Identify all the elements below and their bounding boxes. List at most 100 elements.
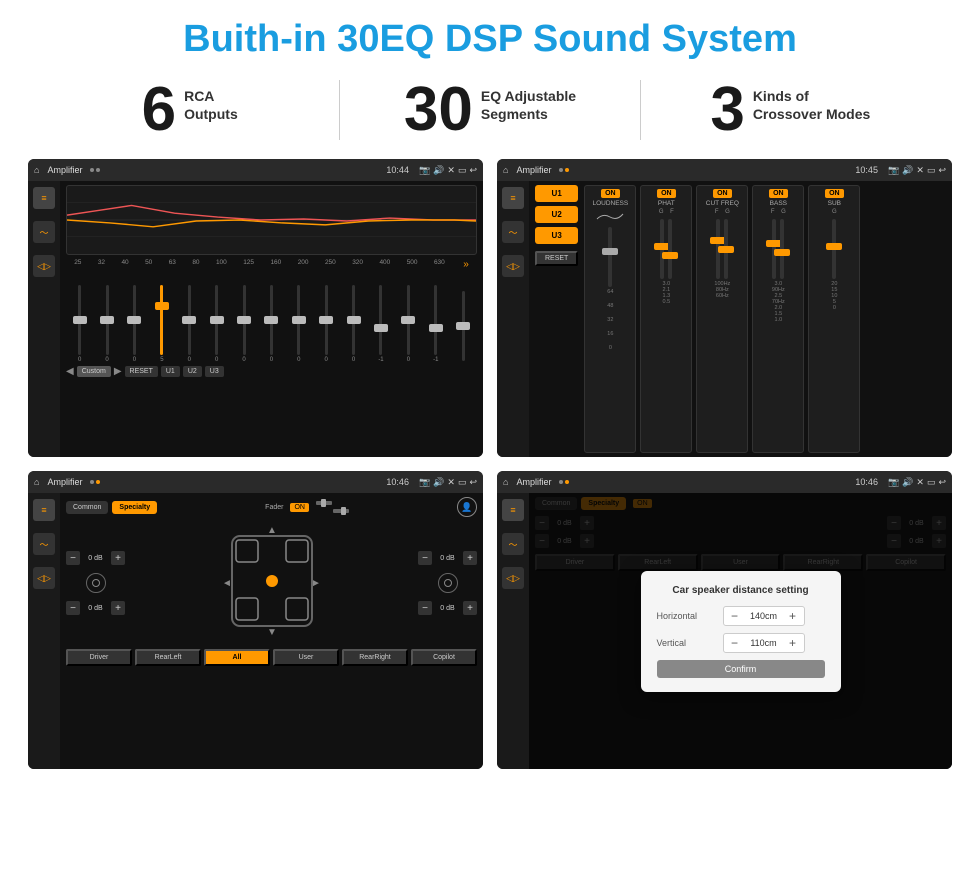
- db-minus-fr[interactable]: −: [418, 551, 432, 565]
- driver-btn[interactable]: Driver: [66, 649, 132, 666]
- user-icon[interactable]: 👤: [457, 497, 477, 517]
- back-icon-4[interactable]: ↩: [938, 477, 946, 488]
- phat-slider-g[interactable]: [660, 219, 664, 279]
- speaker-icon-3[interactable]: ◁▷: [33, 567, 55, 589]
- main-title: Buith-in 30EQ DSP Sound System: [0, 0, 980, 71]
- eq-slider-14: [454, 291, 472, 363]
- window-icon-3: ▭: [458, 477, 467, 488]
- db-minus-fl[interactable]: −: [66, 551, 80, 565]
- module-sub: ON SUB G 20151050: [808, 185, 860, 453]
- horizontal-label: Horizontal: [657, 611, 717, 621]
- title-4: Amplifier: [516, 477, 551, 487]
- volume-icon-1: 🔊: [433, 165, 444, 176]
- vertical-minus[interactable]: −: [728, 636, 742, 650]
- copilot-btn[interactable]: Copilot: [411, 649, 477, 666]
- speaker-main: − 0 dB + − 0 dB +: [66, 523, 477, 643]
- wave-icon-1[interactable]: 〜: [33, 221, 55, 243]
- prev-icon[interactable]: ◀: [66, 366, 74, 377]
- home-icon-4[interactable]: ⌂: [503, 477, 508, 487]
- eq-slider-7: 0: [262, 285, 280, 363]
- db-plus-rr[interactable]: +: [463, 601, 477, 615]
- db-control-fl: − 0 dB +: [66, 551, 125, 565]
- horizontal-plus[interactable]: +: [786, 609, 800, 623]
- loudness-title: LOUDNESS: [592, 200, 628, 207]
- phat-on: ON: [657, 189, 676, 198]
- phat-slider-f[interactable]: [668, 219, 672, 279]
- vertical-stepper[interactable]: − 110cm +: [723, 633, 805, 653]
- cutfreq-slider-g[interactable]: [724, 219, 728, 279]
- db-minus-rl[interactable]: −: [66, 601, 80, 615]
- db-plus-rl[interactable]: +: [111, 601, 125, 615]
- reset-btn-1[interactable]: RESET: [125, 366, 158, 377]
- tab-specialty[interactable]: Specialty: [112, 501, 157, 514]
- confirm-button[interactable]: Confirm: [657, 660, 825, 678]
- db-minus-rr[interactable]: −: [418, 601, 432, 615]
- left-sidebar-2: ≡ 〜 ◁▷: [497, 181, 529, 457]
- preset-u2[interactable]: U2: [535, 206, 578, 223]
- eq-slider-8: 0: [290, 285, 308, 363]
- svg-text:►: ►: [311, 578, 321, 589]
- bass-title: BASS: [770, 200, 787, 207]
- loudness-slider[interactable]: [608, 227, 612, 287]
- u3-btn-1[interactable]: U3: [205, 366, 224, 377]
- vertical-plus[interactable]: +: [786, 636, 800, 650]
- stat-label-eq: EQ AdjustableSegments: [481, 79, 576, 123]
- user-btn[interactable]: User: [273, 649, 339, 666]
- db-val-rr: 0 dB: [435, 605, 460, 612]
- wave-icon-4[interactable]: 〜: [502, 533, 524, 555]
- home-icon-1[interactable]: ⌂: [34, 165, 39, 175]
- wave-icon-2[interactable]: 〜: [502, 221, 524, 243]
- speaker-icon-2[interactable]: ◁▷: [502, 255, 524, 277]
- close-icon-1[interactable]: ✕: [447, 165, 455, 176]
- screen-eq: ⌂ Amplifier 10:44 📷 🔊 ✕ ▭ ↩ ≡ 〜 ◁▷: [28, 159, 483, 457]
- horizontal-minus[interactable]: −: [728, 609, 742, 623]
- eq-icon-1[interactable]: ≡: [33, 187, 55, 209]
- rearright-btn[interactable]: RearRight: [342, 649, 408, 666]
- time-4: 10:46: [855, 477, 878, 487]
- home-icon-2[interactable]: ⌂: [503, 165, 508, 175]
- u1-btn-1[interactable]: U1: [161, 366, 180, 377]
- eq-icon-3[interactable]: ≡: [33, 499, 55, 521]
- close-icon-3[interactable]: ✕: [447, 477, 455, 488]
- volume-icon-3: 🔊: [433, 477, 444, 488]
- u2-btn-1[interactable]: U2: [183, 366, 202, 377]
- eq-slider-2: 0: [125, 285, 143, 363]
- home-icon-3[interactable]: ⌂: [34, 477, 39, 487]
- camera-icon-2: 📷: [888, 165, 899, 176]
- adv-reset-btn[interactable]: RESET: [535, 251, 578, 266]
- db-plus-fr[interactable]: +: [463, 551, 477, 565]
- close-icon-2[interactable]: ✕: [916, 165, 924, 176]
- eq-icon-2[interactable]: ≡: [502, 187, 524, 209]
- svg-text:▲: ▲: [267, 526, 277, 536]
- eq-controls: ◀ Custom ▶ RESET U1 U2 U3: [66, 366, 477, 377]
- dialog-vertical-row: Vertical − 110cm +: [657, 633, 825, 653]
- stat-number-6: 6: [142, 79, 176, 141]
- topbar-3: ⌂ Amplifier 10:46 📷 🔊 ✕ ▭ ↩: [28, 471, 483, 493]
- close-icon-4[interactable]: ✕: [916, 477, 924, 488]
- all-btn[interactable]: All: [204, 649, 270, 666]
- back-icon-1[interactable]: ↩: [469, 165, 477, 176]
- eq-slider-6: 0: [235, 285, 253, 363]
- back-icon-2[interactable]: ↩: [938, 165, 946, 176]
- sub-slider[interactable]: [832, 219, 836, 279]
- svg-text:◄: ◄: [222, 578, 232, 589]
- stat-number-30: 30: [404, 79, 473, 141]
- title-2: Amplifier: [516, 165, 551, 175]
- speaker-icon-1[interactable]: ◁▷: [33, 255, 55, 277]
- horizontal-stepper[interactable]: − 140cm +: [723, 606, 805, 626]
- speaker-icon-4[interactable]: ◁▷: [502, 567, 524, 589]
- back-icon-3[interactable]: ↩: [469, 477, 477, 488]
- preset-u3[interactable]: U3: [535, 227, 578, 244]
- tab-common[interactable]: Common: [66, 501, 108, 514]
- stat-label-crossover: Kinds ofCrossover Modes: [753, 79, 870, 123]
- preset-u1[interactable]: U1: [535, 185, 578, 202]
- bass-slider-g[interactable]: [780, 219, 784, 279]
- custom-btn[interactable]: Custom: [77, 366, 111, 377]
- db-plus-fl[interactable]: +: [111, 551, 125, 565]
- play-icon[interactable]: ▶: [114, 366, 122, 377]
- dialog-horizontal-row: Horizontal − 140cm +: [657, 606, 825, 626]
- rearleft-btn[interactable]: RearLeft: [135, 649, 201, 666]
- eq-icon-4[interactable]: ≡: [502, 499, 524, 521]
- wave-icon-3[interactable]: 〜: [33, 533, 55, 555]
- db-control-rr: − 0 dB +: [418, 601, 477, 615]
